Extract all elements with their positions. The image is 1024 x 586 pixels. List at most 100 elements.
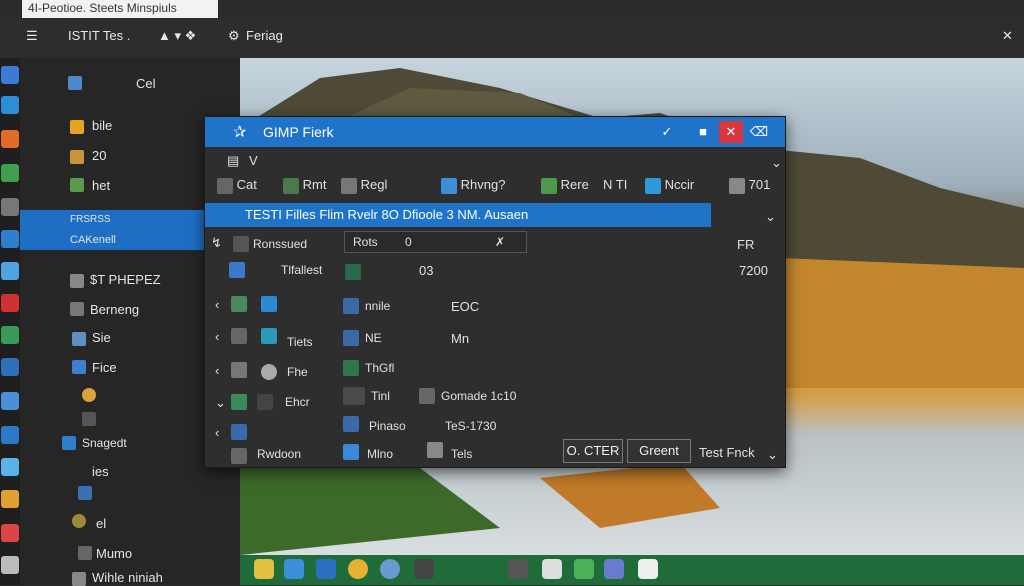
- sidebar-item-bile[interactable]: bile: [92, 118, 112, 133]
- app-icon[interactable]: [1, 198, 19, 216]
- phone-icon[interactable]: [638, 559, 658, 579]
- chevron-icon[interactable]: ‹: [215, 425, 219, 440]
- toolbar-item[interactable]: Regl: [341, 177, 387, 194]
- app-icon[interactable]: [1, 326, 19, 344]
- menu-label[interactable]: ISTIT Tes .: [68, 28, 130, 43]
- close-icon[interactable]: ✕: [1002, 28, 1013, 44]
- toolbar-item[interactable]: Rmt: [283, 177, 326, 194]
- app-icon[interactable]: [1, 524, 19, 542]
- document-icon[interactable]: [508, 559, 528, 579]
- row-right-value: 7200: [739, 263, 768, 278]
- sidebar-item-mumo[interactable]: Mumo: [96, 546, 132, 561]
- sidebar-item-20[interactable]: 20: [92, 148, 106, 163]
- tools-icon[interactable]: ✗: [495, 235, 505, 249]
- toolbar-item[interactable]: Rere: [541, 177, 589, 194]
- chevron-icon[interactable]: ‹: [215, 329, 219, 344]
- row-icon: [231, 447, 247, 464]
- app-icon[interactable]: [1, 426, 19, 444]
- check-icon[interactable]: ✓: [655, 121, 679, 143]
- chevron-icon[interactable]: ‹: [215, 363, 219, 378]
- row-label[interactable]: Rwdoon: [257, 447, 301, 461]
- globe-icon: [82, 386, 96, 402]
- toolbar-item[interactable]: Rhvng?: [441, 177, 505, 194]
- sidebar-item-el[interactable]: el: [96, 516, 106, 531]
- tile-icon[interactable]: ■: [691, 121, 715, 143]
- row-name[interactable]: NE: [365, 331, 382, 345]
- app-icon[interactable]: [1, 262, 19, 280]
- filter-field[interactable]: Rots 0 ✗: [344, 231, 527, 253]
- leaf-icon[interactable]: [574, 559, 594, 579]
- sidebar-item-ies[interactable]: ies: [92, 464, 109, 479]
- row-label[interactable]: Fhe: [287, 365, 308, 379]
- browser-icon[interactable]: [348, 559, 368, 579]
- ok-button[interactable]: O. CTER: [563, 439, 623, 463]
- row-icon: [343, 415, 359, 432]
- toolbar-item[interactable]: 701: [729, 177, 770, 194]
- tool-icons[interactable]: ▲ ▾ ❖: [158, 28, 196, 44]
- sidebar-item-frsrss[interactable]: FRSRSS: [70, 214, 111, 225]
- selected-file-row[interactable]: TESTI Filles Flim Rvelr 8O Dfioole 3 NM.…: [205, 203, 711, 227]
- row-label[interactable]: Ronssued: [253, 237, 307, 251]
- folder-icon[interactable]: [316, 559, 336, 579]
- row-value: Mn: [451, 331, 470, 346]
- sidebar-item-cakenell[interactable]: CAKenell: [70, 234, 116, 246]
- row-icon: [261, 295, 277, 312]
- app-icon[interactable]: [1, 490, 19, 508]
- sidebar-item-wihle[interactable]: Wihle niniah: [92, 570, 163, 585]
- settings-label[interactable]: Feriag: [246, 28, 283, 43]
- app-icon[interactable]: [1, 96, 19, 114]
- menu-icon[interactable]: ☰: [26, 28, 38, 44]
- app-icon[interactable]: [1, 130, 19, 148]
- row-name[interactable]: Pinaso: [369, 419, 406, 433]
- app-icon[interactable]: [1, 358, 19, 376]
- globe-icon[interactable]: [380, 559, 400, 579]
- row-label[interactable]: Ehcr: [285, 395, 310, 409]
- filter-label: Rots: [353, 235, 378, 249]
- terminal-icon[interactable]: [414, 559, 434, 579]
- image-icon: [68, 74, 82, 90]
- chevron-down-icon[interactable]: ⌄: [771, 155, 782, 171]
- app-icon: [78, 544, 92, 560]
- puzzle-icon[interactable]: [284, 559, 304, 579]
- row-name[interactable]: nnile: [365, 299, 390, 313]
- path-label[interactable]: V: [249, 153, 258, 168]
- row-label[interactable]: Tiets: [287, 335, 313, 349]
- sidebar-item-cel[interactable]: Cel: [136, 76, 156, 91]
- app-icon[interactable]: [1, 66, 19, 84]
- sidebar-item-fice[interactable]: Fice: [92, 360, 117, 375]
- toolbar-item[interactable]: Cat: [217, 177, 257, 194]
- row-name[interactable]: Mlno: [367, 447, 393, 461]
- row-label[interactable]: Tlfallest: [281, 263, 322, 277]
- expand-icon[interactable]: ↯: [211, 235, 222, 251]
- chevron-down-icon[interactable]: ⌄: [767, 447, 778, 463]
- app-icon[interactable]: [1, 458, 19, 476]
- sidebar-item-snagedt[interactable]: Snagedt: [82, 436, 127, 450]
- green-button[interactable]: Greent: [627, 439, 691, 463]
- sidebar-item-berneng[interactable]: Berneng: [90, 302, 139, 317]
- row-name[interactable]: ThGfl: [365, 361, 394, 375]
- sidebar-item-sie[interactable]: Sie: [92, 330, 111, 345]
- gear-icon[interactable]: ⚙: [228, 28, 240, 44]
- toolbar-item[interactable]: Nccir: [645, 177, 694, 194]
- row-icon: [343, 443, 359, 460]
- chevron-icon[interactable]: ‹: [215, 297, 219, 312]
- toolbar-item[interactable]: N TI: [603, 177, 627, 192]
- chevron-down-icon[interactable]: ⌄: [215, 395, 226, 411]
- restore-icon[interactable]: ⌫: [747, 121, 771, 143]
- row-icon: [343, 359, 359, 376]
- sidebar-item-phepez[interactable]: $T PHEPEZ: [90, 272, 161, 287]
- app-icon[interactable]: [1, 294, 19, 312]
- app-icon[interactable]: [1, 392, 19, 410]
- test-fnck-link[interactable]: Test Fnck: [699, 445, 755, 460]
- files-icon[interactable]: [604, 559, 624, 579]
- row-name[interactable]: Tinl: [371, 389, 390, 403]
- app-icon[interactable]: [1, 230, 19, 248]
- chevron-down-icon[interactable]: ⌄: [765, 209, 776, 225]
- dialog-titlebar[interactable]: ✰ GIMP Fierk ✓ ■ ✕ ⌫: [205, 117, 785, 147]
- app-icon[interactable]: [254, 559, 274, 579]
- sidebar-item-het[interactable]: het: [92, 178, 110, 193]
- app-icon[interactable]: [1, 556, 19, 574]
- close-button[interactable]: ✕: [719, 121, 743, 143]
- app-icon[interactable]: [1, 164, 19, 182]
- mail-icon[interactable]: [542, 559, 562, 579]
